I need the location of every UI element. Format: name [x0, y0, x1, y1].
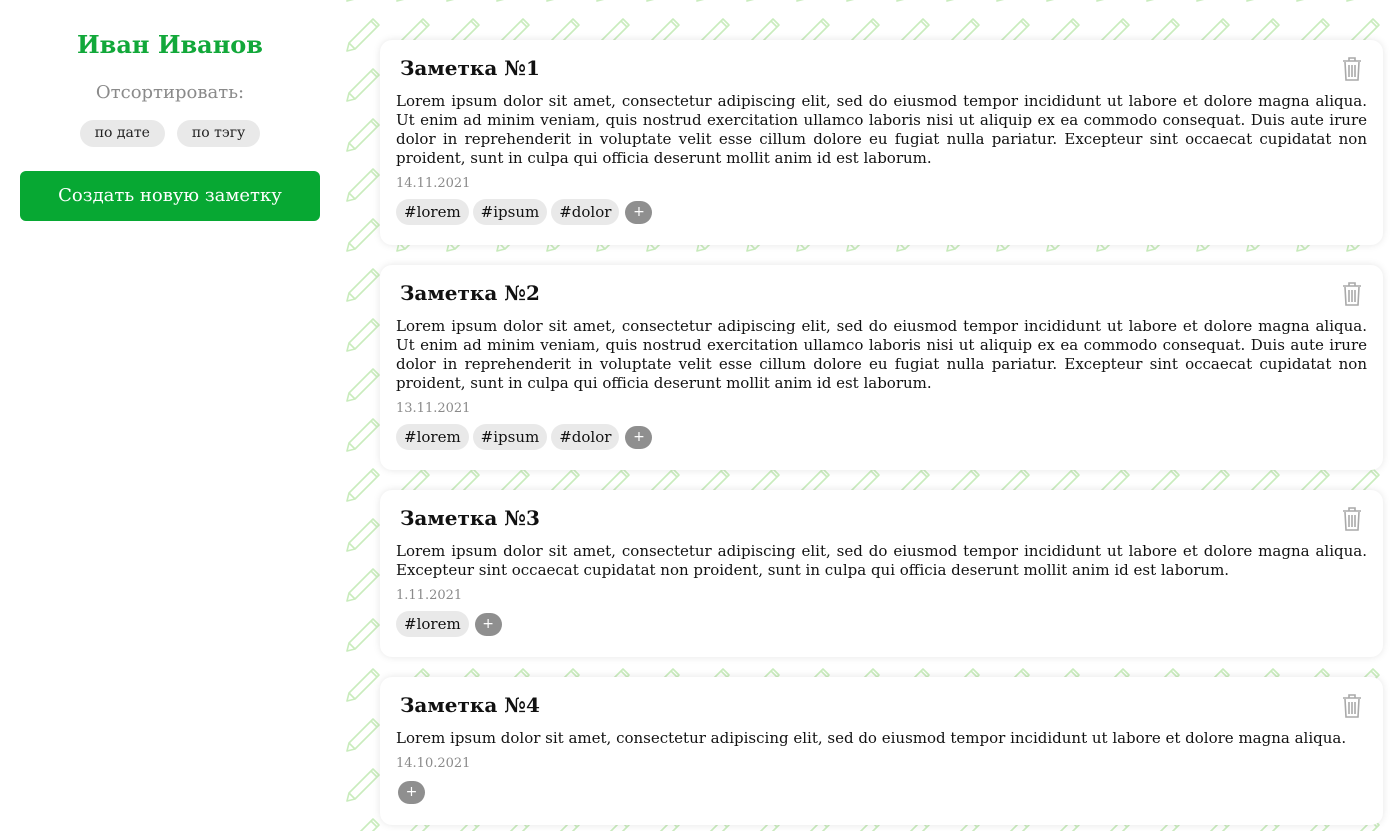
sort-by-tag-button[interactable]: по тэгу [176, 120, 261, 147]
sort-label: Отсортировать: [95, 82, 245, 103]
note-card[interactable]: Заметка №1 Lorem ipsum dolor sit amet, c… [380, 40, 1383, 245]
note-card[interactable]: Заметка №3 Lorem ipsum dolor sit amet, c… [380, 490, 1383, 657]
note-date: 14.11.2021 [396, 176, 471, 191]
note-card[interactable]: Заметка №2 Lorem ipsum dolor sit amet, c… [380, 265, 1383, 470]
add-tag-button[interactable]: + [474, 612, 502, 636]
add-tag-button[interactable]: + [398, 781, 425, 804]
tag-chip[interactable]: #ipsum [472, 424, 548, 450]
tag-chip[interactable]: #lorem [396, 199, 469, 225]
note-text: Lorem ipsum dolor sit amet, consectetur … [396, 317, 1367, 392]
note-tags: #lorem #ipsum #dolor + [396, 199, 653, 225]
sort-options: по дате по тэгу [0, 120, 340, 147]
note-date: 1.11.2021 [396, 588, 463, 603]
trash-icon[interactable] [1341, 506, 1363, 532]
tag-chip[interactable]: #ipsum [472, 199, 548, 225]
note-text: Lorem ipsum dolor sit amet, consectetur … [396, 729, 1347, 747]
create-note-button[interactable]: Создать новую заметку [20, 171, 320, 221]
tag-chip[interactable]: #dolor [551, 199, 620, 225]
note-title: Заметка №2 [400, 281, 540, 305]
tag-chip[interactable]: #lorem [396, 611, 469, 637]
note-date: 13.11.2021 [396, 401, 471, 416]
note-text: Lorem ipsum dolor sit amet, consectetur … [396, 92, 1367, 167]
sort-by-date-button[interactable]: по дате [79, 120, 165, 147]
note-tags: + [396, 781, 425, 804]
note-title: Заметка №3 [400, 506, 540, 530]
note-title: Заметка №4 [400, 693, 540, 717]
note-title: Заметка №1 [400, 56, 540, 80]
trash-icon[interactable] [1341, 56, 1363, 82]
add-tag-button[interactable]: + [625, 200, 653, 224]
trash-icon[interactable] [1341, 693, 1363, 719]
note-card[interactable]: Заметка №4 Lorem ipsum dolor sit amet, c… [380, 677, 1383, 825]
add-tag-button[interactable]: + [625, 425, 653, 449]
note-date: 14.10.2021 [396, 756, 471, 771]
tag-chip[interactable]: #lorem [396, 424, 469, 450]
tag-chip[interactable]: #dolor [551, 424, 620, 450]
note-tags: #lorem + [396, 611, 502, 637]
note-text: Lorem ipsum dolor sit amet, consectetur … [396, 542, 1367, 579]
note-tags: #lorem #ipsum #dolor + [396, 424, 653, 450]
sidebar: Иван Иванов Отсортировать: по дате по тэ… [0, 0, 340, 831]
user-name: Иван Иванов [77, 30, 263, 59]
notes-area: Заметка №1 Lorem ipsum dolor sit amet, c… [340, 0, 1390, 831]
trash-icon[interactable] [1341, 281, 1363, 307]
